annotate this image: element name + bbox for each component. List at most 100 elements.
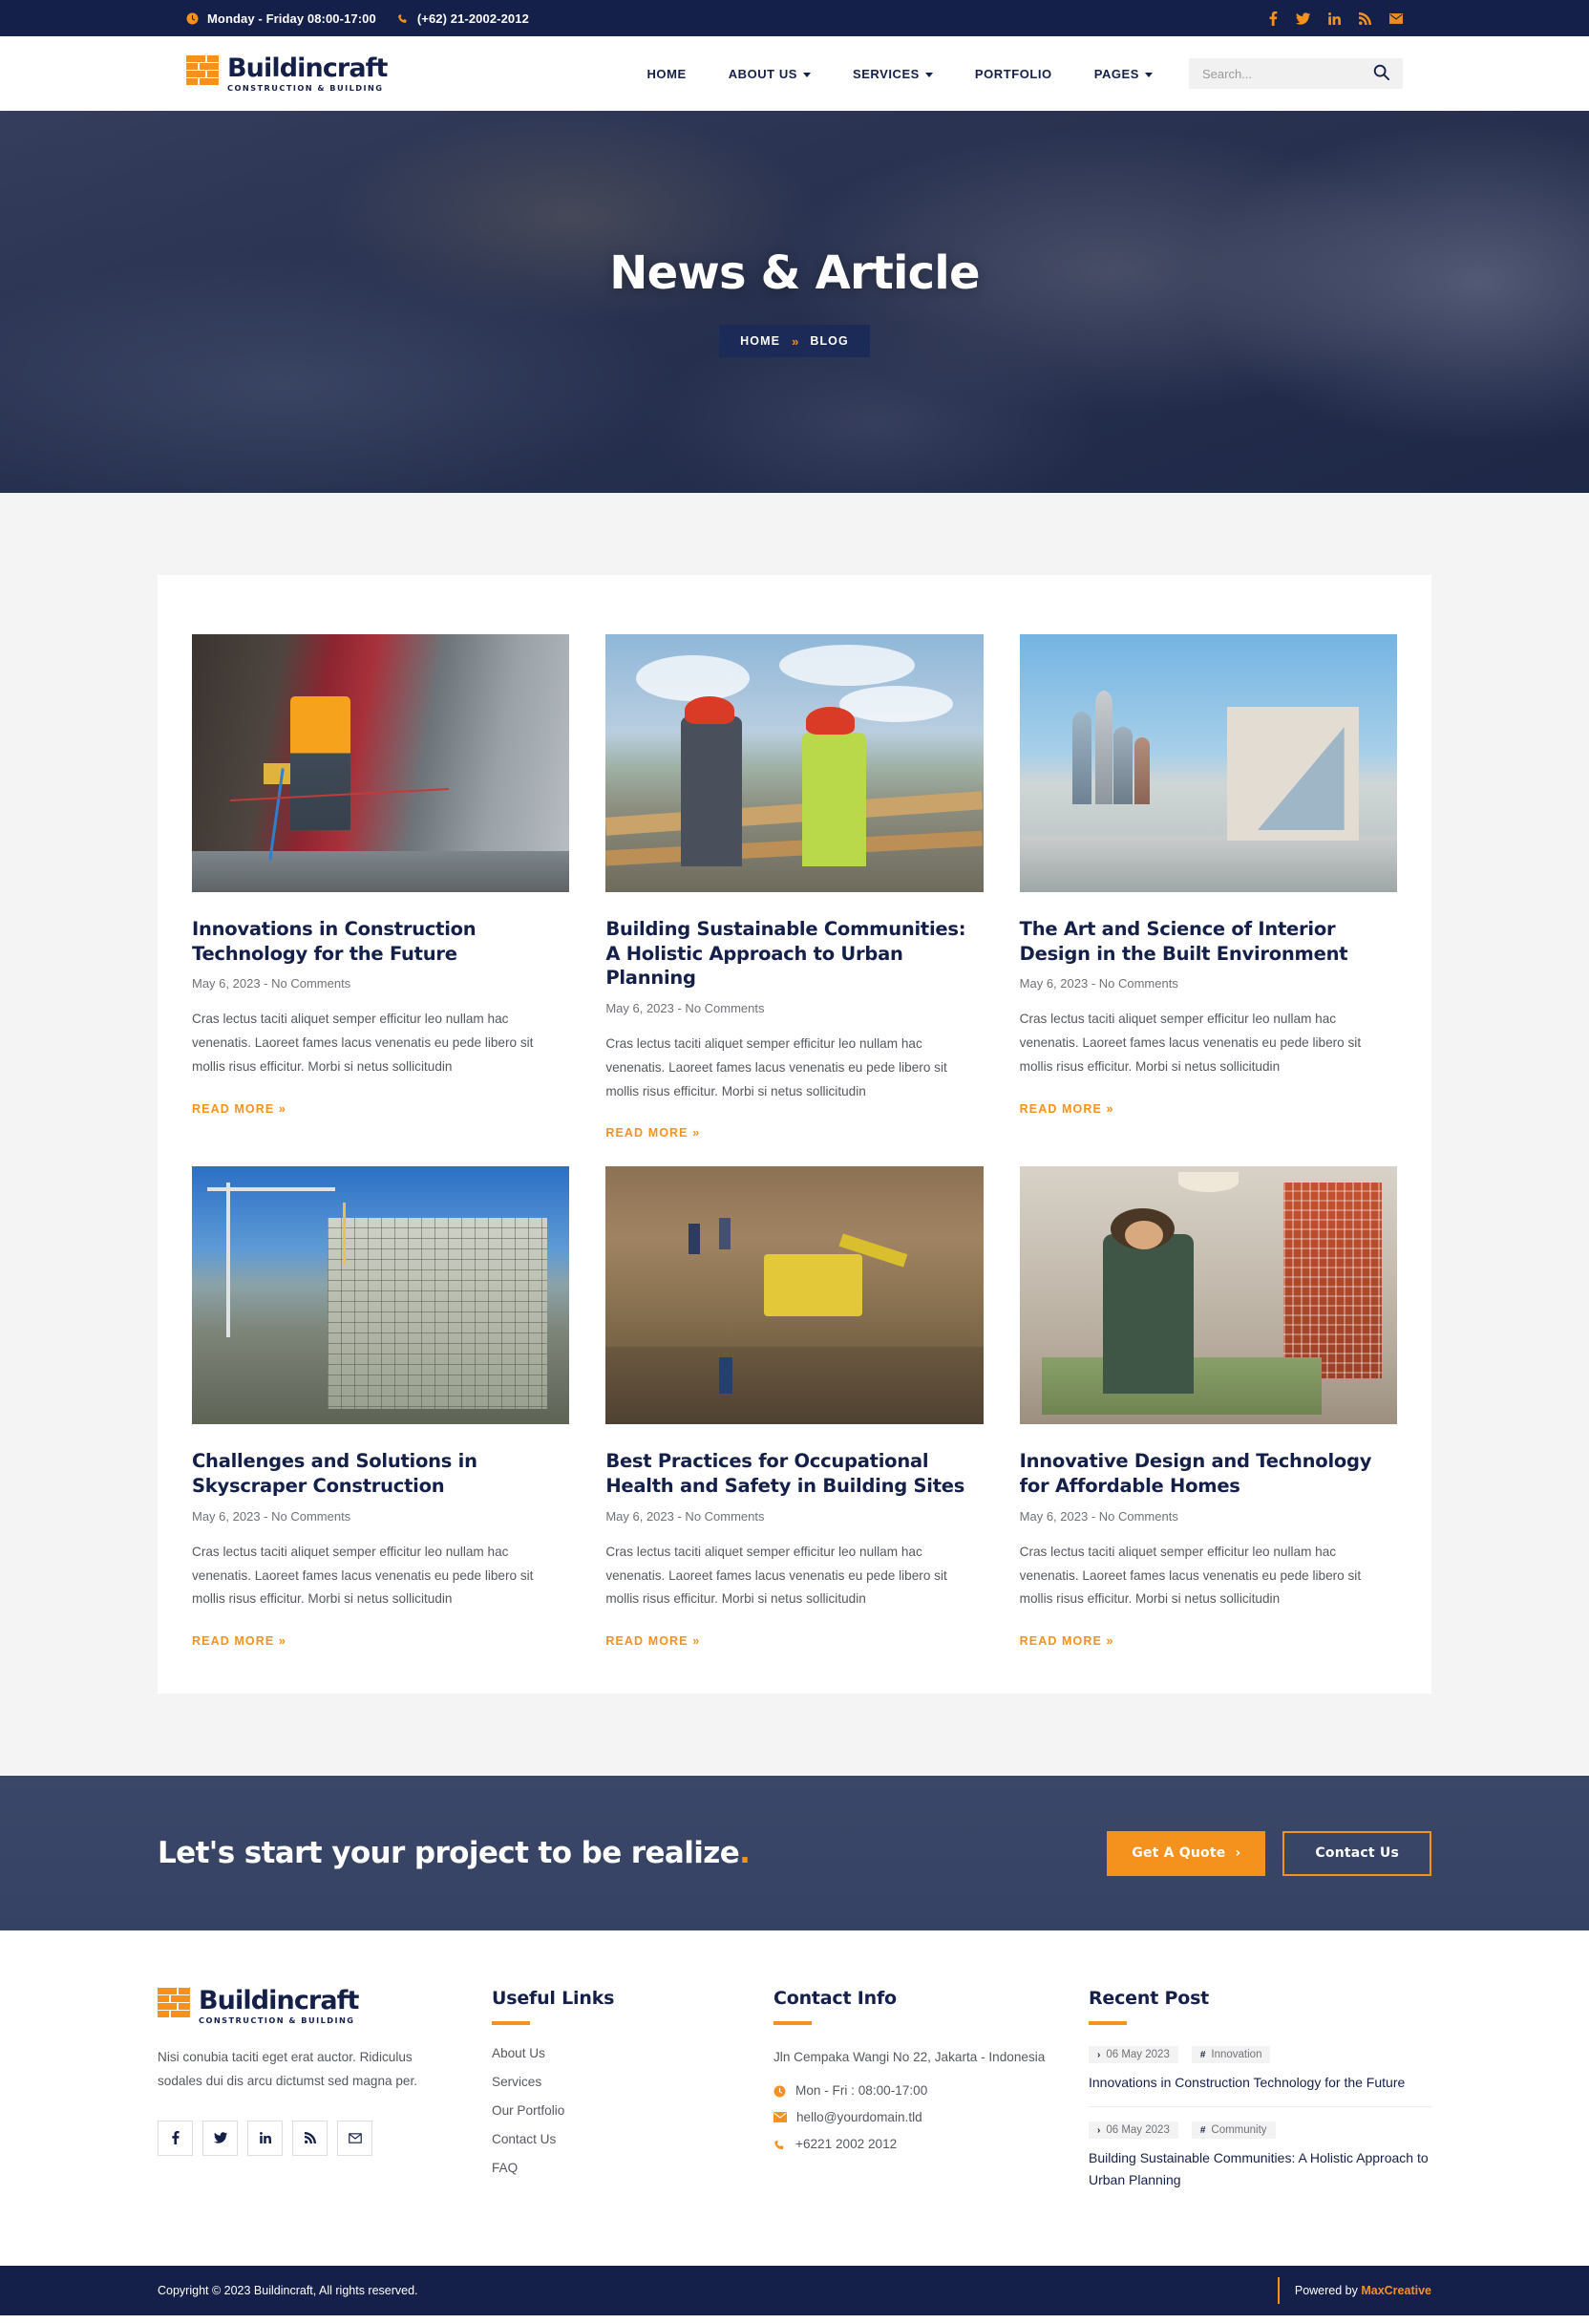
footer-email-text: hello@yourdomain.tld <box>796 2109 922 2124</box>
read-more-link[interactable]: READ MORE » <box>192 1102 286 1116</box>
phone-icon <box>773 2139 786 2151</box>
linkedin-icon[interactable] <box>247 2120 283 2156</box>
search-button[interactable] <box>1373 64 1390 83</box>
brick-logo-icon <box>186 54 219 92</box>
blog-card-image[interactable] <box>1019 1166 1397 1425</box>
nav-item-portfolio[interactable]: PORTFOLIO <box>954 67 1073 81</box>
read-more-link[interactable]: READ MORE » <box>605 1634 700 1648</box>
footer-link-our-portfolio[interactable]: Our Portfolio <box>492 2103 735 2118</box>
rss-icon[interactable] <box>1359 11 1371 25</box>
blog-card-image[interactable] <box>192 1166 570 1425</box>
blog-card-title[interactable]: Best Practices for Occupational Health a… <box>605 1449 983 1498</box>
rss-icon[interactable] <box>292 2120 328 2156</box>
recent-post-title[interactable]: Innovations in Construction Technology f… <box>1089 2072 1431 2093</box>
footer-link-faq[interactable]: FAQ <box>492 2161 735 2175</box>
read-more-link[interactable]: READ MORE » <box>1020 1102 1114 1116</box>
hash-icon: # <box>1199 2049 1206 2060</box>
nav-item-about-us[interactable]: ABOUT US <box>708 67 832 81</box>
site-header: Buildincraft CONSTRUCTION & BUILDING HOM… <box>0 36 1589 111</box>
clock-icon <box>186 12 199 25</box>
footer-links-heading: Useful Links <box>492 1988 615 2010</box>
copyright-bar: Copyright © 2023 Buildincraft, All right… <box>0 2266 1589 2316</box>
clock-icon <box>773 2085 786 2098</box>
footer-email[interactable]: hello@yourdomain.tld <box>773 2110 1050 2124</box>
footer-link-contact-us[interactable]: Contact Us <box>492 2132 735 2146</box>
recent-post-tag-text: Community <box>1211 2124 1267 2137</box>
recent-post-date-text: 06 May 2023 <box>1106 2124 1170 2137</box>
phone-info[interactable]: (+62) 21-2002-2012 <box>397 11 529 26</box>
recent-post-item: › 06 May 2023 # Community Building Susta… <box>1089 2121 1431 2204</box>
blog-card-title[interactable]: Challenges and Solutions in Skyscraper C… <box>192 1449 569 1498</box>
contact-us-label: Contact Us <box>1315 1845 1399 1862</box>
recent-post-title[interactable]: Building Sustainable Communities: A Holi… <box>1089 2147 1431 2190</box>
footer-phone-text: +6221 2002 2012 <box>795 2136 898 2151</box>
blog-card-title[interactable]: Innovations in Construction Technology f… <box>192 917 569 966</box>
nav-item-home[interactable]: HOME <box>625 67 707 81</box>
powered-by-text: Powered by MaxCreative <box>1295 2284 1431 2297</box>
chevron-down-icon <box>1145 72 1153 77</box>
recent-post-item: › 06 May 2023 # Innovation Innovations i… <box>1089 2046 1431 2108</box>
hero-background-image <box>0 111 1589 493</box>
blog-card-image[interactable] <box>1019 634 1397 892</box>
blog-card-meta: May 6, 2023 - No Comments <box>192 1508 351 1524</box>
get-a-quote-button[interactable]: Get A Quote › <box>1107 1830 1266 1876</box>
read-more-link[interactable]: READ MORE » <box>605 1126 700 1140</box>
arrow-right-icon: › <box>1235 1845 1241 1862</box>
cta-title-dot: . <box>739 1836 751 1871</box>
recent-post-tag-text: Innovation <box>1211 2049 1262 2061</box>
footer-contact-column: Contact Info Jln Cempaka Wangi No 22, Ja… <box>773 1988 1050 2218</box>
logo[interactable]: Buildincraft CONSTRUCTION & BUILDING <box>186 55 388 92</box>
blog-card-image[interactable] <box>192 634 570 892</box>
footer-logo[interactable]: Buildincraft CONSTRUCTION & BUILDING <box>158 1988 454 2024</box>
search-box[interactable] <box>1189 58 1403 89</box>
blog-card-image[interactable] <box>605 1166 984 1425</box>
top-bar-socials <box>1269 11 1403 26</box>
footer-about-column: Buildincraft CONSTRUCTION & BUILDING Nis… <box>158 1988 454 2218</box>
copyright-text: Copyright © 2023 Buildincraft, All right… <box>158 2284 418 2298</box>
linkedin-icon[interactable] <box>1328 11 1341 25</box>
read-more-link[interactable]: READ MORE » <box>192 1634 286 1648</box>
footer-address: Jln Cempaka Wangi No 22, Jakarta - Indon… <box>773 2050 1046 2065</box>
search-input[interactable] <box>1202 66 1365 81</box>
chevron-down-icon <box>924 72 933 77</box>
cta-title: Let's start your project to be realize. <box>158 1836 751 1871</box>
facebook-icon[interactable] <box>158 2120 193 2156</box>
footer-about-text: Nisi conubia taciti eget erat auctor. Ri… <box>158 2050 418 2089</box>
blog-card-title[interactable]: Innovative Design and Technology for Aff… <box>1020 1449 1397 1498</box>
recent-post-tag[interactable]: # Community <box>1191 2121 1276 2140</box>
blog-card: Innovations in Construction Technology f… <box>192 609 570 1141</box>
blog-card-title[interactable]: Building Sustainable Communities: A Holi… <box>605 917 983 991</box>
nav-item-services[interactable]: SERVICES <box>832 67 954 81</box>
footer-link-about-us[interactable]: About Us <box>492 2046 735 2060</box>
footer-phone[interactable]: +6221 2002 2012 <box>773 2137 1050 2151</box>
read-more-link[interactable]: READ MORE » <box>1020 1634 1114 1648</box>
blog-grid: Innovations in Construction Technology f… <box>192 609 1397 1650</box>
breadcrumb-home[interactable]: HOME <box>740 334 780 348</box>
blog-card-image[interactable] <box>605 634 984 892</box>
footer-link-services[interactable]: Services <box>492 2075 735 2089</box>
nav-label: ABOUT US <box>728 66 797 81</box>
nav-item-pages[interactable]: PAGES <box>1073 67 1174 81</box>
footer-recent-post-column: Recent Post › 06 May 2023 # Innovation I… <box>1089 1988 1431 2218</box>
facebook-icon[interactable] <box>1269 11 1278 26</box>
email-icon[interactable] <box>337 2120 372 2156</box>
nav-label: PORTFOLIO <box>974 66 1052 81</box>
recent-post-tag[interactable]: # Innovation <box>1191 2046 1271 2064</box>
email-icon[interactable] <box>1389 12 1403 24</box>
recent-post-date: › 06 May 2023 <box>1089 2121 1178 2140</box>
contact-us-button[interactable]: Contact Us <box>1282 1830 1431 1876</box>
divider <box>1277 2277 1280 2305</box>
footer-logo-tagline: CONSTRUCTION & BUILDING <box>199 2015 355 2026</box>
phone-icon <box>397 12 409 25</box>
recent-post-meta: › 06 May 2023 # Innovation <box>1089 2046 1431 2064</box>
blog-card-meta: May 6, 2023 - No Comments <box>1019 976 1178 991</box>
powered-brand[interactable]: MaxCreative <box>1361 2284 1431 2297</box>
twitter-icon[interactable] <box>1296 11 1310 25</box>
chevron-down-icon <box>802 72 811 77</box>
blog-card-excerpt: Cras lectus taciti aliquet semper effici… <box>1019 1012 1362 1074</box>
page-title: News & Article <box>609 246 980 300</box>
blog-card-meta: May 6, 2023 - No Comments <box>605 1001 765 1016</box>
twitter-icon[interactable] <box>202 2120 238 2156</box>
blog-card-excerpt: Cras lectus taciti aliquet semper effici… <box>192 1012 534 1074</box>
blog-card-title[interactable]: The Art and Science of Interior Design i… <box>1020 917 1397 966</box>
